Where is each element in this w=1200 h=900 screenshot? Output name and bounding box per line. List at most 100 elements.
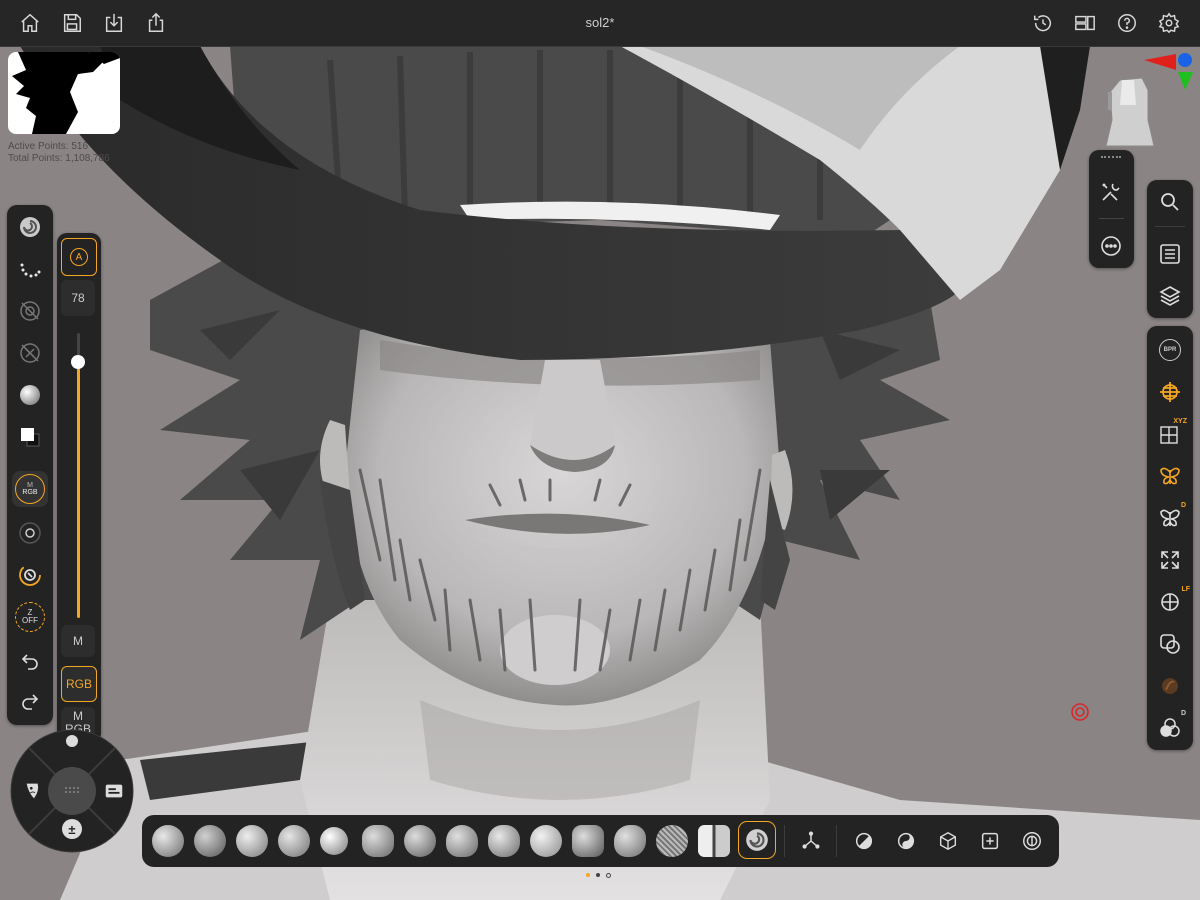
d2-label: D	[1180, 710, 1186, 717]
mask-icon[interactable]	[66, 735, 78, 747]
page-dot	[606, 873, 611, 878]
more-icon[interactable]	[1093, 228, 1129, 264]
dynamic-symmetry-icon[interactable]: D	[1152, 500, 1188, 536]
zadd-zsub-icon[interactable]: ±	[62, 819, 82, 839]
clay-buildup-brush[interactable]	[194, 825, 226, 857]
share-icon[interactable]	[144, 11, 168, 35]
frame-icon[interactable]	[976, 827, 1004, 855]
x-axis-arrow	[1144, 54, 1176, 70]
current-brush[interactable]	[152, 825, 184, 857]
brush-size-value[interactable]: 78	[61, 280, 95, 316]
panel-divider	[1155, 226, 1185, 227]
snakehook-brush[interactable]	[572, 825, 604, 857]
right-toolbar-main: BPR XYZ D LF D	[1147, 326, 1193, 750]
symmetry-icon[interactable]	[1152, 458, 1188, 494]
polyframe-icon[interactable]	[1152, 626, 1188, 662]
flat-icon[interactable]	[892, 827, 920, 855]
sculpt-mode-icon[interactable]	[12, 557, 48, 593]
active-points: Active Points: 516	[8, 141, 89, 152]
m-small-label: M	[27, 482, 33, 489]
import-icon[interactable]	[102, 11, 126, 35]
rgb-button[interactable]: RGB	[61, 666, 97, 702]
tool-icon[interactable]	[1093, 174, 1129, 210]
alpha-off-icon[interactable]	[12, 293, 48, 329]
bpr-icon[interactable]: BPR	[1152, 332, 1188, 368]
page-indicator[interactable]	[586, 873, 611, 878]
auto-label: A	[70, 248, 88, 266]
sculpt-viewport[interactable]	[0, 46, 1200, 900]
gizmo-icon[interactable]	[102, 779, 126, 803]
dam-standard-brush[interactable]	[404, 825, 436, 857]
undo-icon[interactable]	[12, 643, 48, 679]
color-swatch-icon[interactable]	[12, 419, 48, 455]
home-icon[interactable]	[18, 11, 42, 35]
pinch-brush[interactable]	[614, 825, 646, 857]
help-icon[interactable]	[1115, 11, 1139, 35]
lf-label: LF	[1181, 586, 1190, 593]
floor-grid-icon[interactable]: XYZ	[1152, 416, 1188, 452]
transpose-icon[interactable]	[797, 827, 825, 855]
focus-marker-icon	[1070, 702, 1090, 722]
xyz-label: XYZ	[1173, 418, 1187, 425]
selected-brush[interactable]	[738, 821, 776, 859]
polyframe-icon[interactable]	[934, 827, 962, 855]
model-thumbnail[interactable]	[8, 52, 120, 134]
d-label: D	[1180, 502, 1186, 509]
document-title: sol2*	[585, 15, 615, 30]
dynamic-persp-icon[interactable]: D	[1152, 710, 1188, 746]
inflate-brush[interactable]	[320, 827, 348, 855]
slider-knob[interactable]	[71, 354, 85, 369]
radial-dial[interactable]: ±	[10, 729, 134, 853]
drag-handle[interactable]	[1101, 156, 1121, 162]
solo-icon[interactable]	[1152, 668, 1188, 704]
z-off-ring: Z OFF	[15, 602, 45, 632]
stroke-icon[interactable]	[12, 251, 48, 287]
point-stats: Active Points: 516 Total Points: 1,108,7…	[8, 141, 110, 165]
total-points: Total Points: 1,108,786	[8, 153, 110, 164]
search-icon[interactable]	[1152, 184, 1188, 220]
trim-dynamic-brush[interactable]	[488, 825, 520, 857]
persp-icon[interactable]	[850, 827, 878, 855]
m-rgb-mode[interactable]: M RGB	[12, 471, 48, 507]
solo-icon[interactable]	[1018, 827, 1046, 855]
slider-fill	[77, 361, 80, 618]
texture-off-icon[interactable]	[12, 335, 48, 371]
m-button[interactable]: M	[61, 625, 95, 657]
slice-brush[interactable]	[698, 825, 730, 857]
sculpt-model	[20, 46, 1200, 900]
frame-icon[interactable]	[1152, 542, 1188, 578]
bar-divider	[784, 825, 785, 857]
silhouette-icon	[12, 52, 120, 134]
layout-icon[interactable]	[1073, 11, 1097, 35]
subtool-list-icon[interactable]	[1152, 236, 1188, 272]
move-brush[interactable]	[362, 825, 394, 857]
bpr-label: BPR	[1159, 339, 1181, 361]
settings-icon[interactable]	[1157, 11, 1181, 35]
left-toolbar: M RGB Z OFF	[7, 205, 53, 725]
brush-slider-panel: A 78 M RGB M RGB	[57, 233, 101, 743]
focal-shift-icon[interactable]	[12, 515, 48, 551]
standard-brush[interactable]	[236, 825, 268, 857]
material-icon[interactable]	[12, 377, 48, 413]
auto-button[interactable]: A	[61, 238, 97, 276]
view-gizmo[interactable]	[1098, 50, 1198, 150]
layers-icon[interactable]	[1152, 278, 1188, 314]
page-dot	[596, 873, 600, 877]
current-brush-icon[interactable]	[12, 209, 48, 245]
m-rgb-ring: M RGB	[15, 474, 45, 504]
local-symmetry-icon[interactable]: LF	[1152, 584, 1190, 620]
transp-icon[interactable]	[1152, 374, 1188, 410]
smooth-brush[interactable]	[530, 825, 562, 857]
mask-pen-brush[interactable]	[656, 825, 688, 857]
smooth-icon[interactable]	[22, 779, 46, 803]
history-icon[interactable]	[1031, 11, 1055, 35]
brush-size-slider[interactable]	[71, 333, 85, 618]
hpolish-brush[interactable]	[446, 825, 478, 857]
tool-panel	[1089, 150, 1134, 268]
rgb-small-label: RGB	[22, 489, 38, 496]
redo-icon[interactable]	[12, 683, 48, 719]
zadd-mode-icon[interactable]: Z OFF	[12, 599, 48, 635]
clay-brush[interactable]	[278, 825, 310, 857]
panel-divider	[1099, 218, 1124, 219]
save-icon[interactable]	[60, 11, 84, 35]
